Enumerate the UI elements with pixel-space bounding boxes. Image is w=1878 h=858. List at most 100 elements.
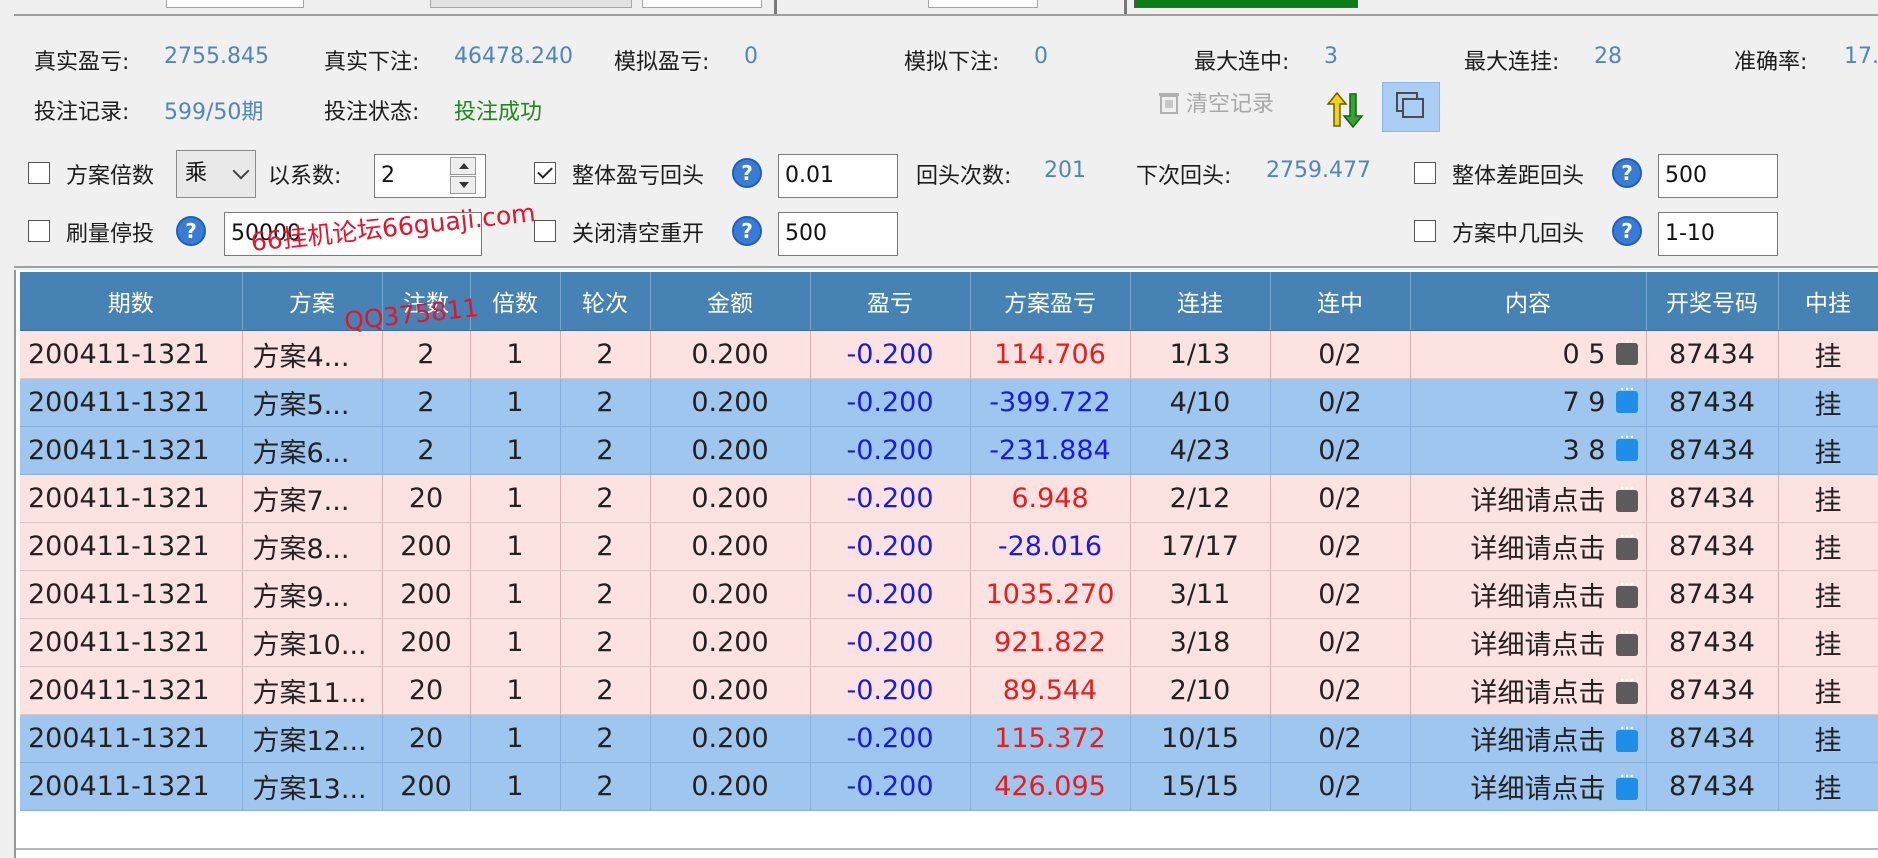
column-header[interactable]: 中挂	[1778, 272, 1878, 331]
amount-cell: 0.200	[650, 474, 811, 523]
plan-profit-cell: -231.884	[970, 426, 1131, 475]
round-cell: 2	[560, 570, 651, 619]
help-icon[interactable]: ?	[732, 158, 762, 188]
column-header[interactable]: 开奖号码	[1646, 272, 1779, 331]
content-cell: 详细请点击	[1410, 714, 1647, 763]
top-input-2[interactable]	[642, 0, 762, 8]
amount-cell: 0.200	[650, 666, 811, 715]
column-header[interactable]: 轮次	[560, 272, 651, 331]
more-details-icon[interactable]	[1615, 574, 1638, 608]
table-row[interactable]: 200411-1321 方案8... 200 1 2 0.200 -0.200 -28.016…	[20, 522, 1878, 571]
more-details-icon[interactable]	[1615, 766, 1638, 800]
stepper-down-icon[interactable]	[450, 176, 476, 194]
bet-count-cell: 20	[382, 474, 471, 523]
table-row[interactable]: 200411-1321 方案9... 200 1 2 0.200 -0.200 1035.27…	[20, 570, 1878, 619]
more-details-icon[interactable]	[1615, 427, 1638, 461]
table-row[interactable]: 200411-1321 方案5... 2 1 2 0.200 -0.200 -399.722 4…	[20, 378, 1878, 427]
draw-number-cell: 87434	[1646, 522, 1779, 571]
multiplier-cell: 1	[470, 714, 561, 763]
content-cell: 详细请点击	[1410, 762, 1647, 811]
table-row[interactable]: 200411-1321 方案6... 2 1 2 0.200 -0.200 -231.884 4…	[20, 426, 1878, 475]
more-details-icon[interactable]	[1615, 478, 1638, 512]
column-header[interactable]: 期数	[20, 272, 243, 331]
more-details-icon[interactable]	[1615, 670, 1638, 704]
content-cell: 详细请点击	[1410, 474, 1647, 523]
period-cell: 200411-1321	[20, 570, 243, 619]
table-row[interactable]: 200411-1321 方案10... 200 1 2 0.200 -0.200 921.82…	[20, 618, 1878, 667]
content-cell: 0 5	[1410, 330, 1647, 379]
more-details-icon[interactable]	[1615, 622, 1638, 656]
volume-stop-checkbox[interactable]	[28, 220, 50, 242]
bet-count-cell: 200	[382, 570, 471, 619]
loss-streak-cell: 1/13	[1130, 330, 1271, 379]
column-header[interactable]: 连挂	[1130, 272, 1271, 331]
top-input-1[interactable]	[166, 0, 304, 8]
bet-count-cell: 20	[382, 666, 471, 715]
win-streak-cell: 0/2	[1270, 426, 1411, 475]
draw-number-cell: 87434	[1646, 378, 1779, 427]
max-loss-streak-label: 最大连挂:	[1464, 50, 1560, 75]
plan-cell: 方案8...	[242, 522, 383, 571]
column-header[interactable]: 连中	[1270, 272, 1411, 331]
more-details-icon[interactable]	[1615, 331, 1638, 365]
loss-streak-cell: 4/10	[1130, 378, 1271, 427]
round-cell: 2	[560, 330, 651, 379]
grid-bottom-border	[16, 848, 1878, 850]
close-clear-restart-input[interactable]: 500	[778, 212, 898, 256]
overall-gap-reset-checkbox[interactable]	[1414, 162, 1436, 184]
overall-pl-reset-checkbox[interactable]	[534, 162, 556, 184]
top-button-1[interactable]	[430, 0, 632, 8]
top-input-3[interactable]	[928, 0, 1038, 8]
sort-arrows-icon[interactable]	[1324, 90, 1364, 130]
column-header[interactable]: 倍数	[470, 272, 561, 331]
round-cell: 2	[560, 378, 651, 427]
progress-bar	[1134, 0, 1358, 8]
table-row[interactable]: 200411-1321 方案11... 20 1 2 0.200 -0.200 89.544 2…	[20, 666, 1878, 715]
help-icon[interactable]: ?	[1612, 158, 1642, 188]
column-header[interactable]: 内容	[1410, 272, 1647, 331]
plan-multiplier-checkbox[interactable]	[28, 162, 50, 184]
real-profit-value: 2755.845	[164, 44, 269, 69]
profit-cell: -0.200	[810, 522, 971, 571]
close-clear-restart-checkbox[interactable]	[534, 220, 556, 242]
plan-hit-reset-checkbox[interactable]	[1414, 220, 1436, 242]
operation-select[interactable]: 乘	[176, 150, 256, 198]
table-row[interactable]: 200411-1321 方案4... 2 1 2 0.200 -0.200 114.706 1/…	[20, 330, 1878, 379]
sim-bet-label: 模拟下注:	[904, 50, 1000, 75]
loss-streak-cell: 3/11	[1130, 570, 1271, 619]
plan-hit-reset-input[interactable]: 1-10	[1658, 212, 1778, 256]
profit-cell: -0.200	[810, 426, 971, 475]
clear-record-button[interactable]: 清空记录	[1158, 86, 1274, 118]
more-details-icon[interactable]	[1615, 526, 1638, 560]
column-header[interactable]: 方案盈亏	[970, 272, 1131, 331]
profit-cell: -0.200	[810, 666, 971, 715]
round-cell: 2	[560, 618, 651, 667]
sim-profit-value: 0	[744, 44, 758, 69]
table-row[interactable]: 200411-1321 方案13... 200 1 2 0.200 -0.200 426.09…	[20, 762, 1878, 811]
help-icon[interactable]: ?	[176, 216, 206, 246]
content-cell: 详细请点击	[1410, 522, 1647, 571]
bet-count-cell: 2	[382, 330, 471, 379]
help-icon[interactable]: ?	[1612, 216, 1642, 246]
more-details-icon[interactable]	[1615, 718, 1638, 752]
column-header[interactable]: 金额	[650, 272, 811, 331]
window-toggle-button[interactable]	[1382, 82, 1440, 132]
volume-stop-label: 刷量停投	[66, 222, 155, 247]
multiplier-cell: 1	[470, 474, 561, 523]
stepper-up-icon[interactable]	[450, 157, 476, 175]
table-row[interactable]: 200411-1321 方案12... 20 1 2 0.200 -0.200 115.372…	[20, 714, 1878, 763]
table-row[interactable]: 200411-1321 方案7... 20 1 2 0.200 -0.200 6.948 2/1…	[20, 474, 1878, 523]
coefficient-stepper[interactable]	[450, 157, 478, 195]
bet-status-value: 投注成功	[454, 100, 543, 125]
overall-gap-reset-input[interactable]: 500	[1658, 154, 1778, 198]
column-header[interactable]: 盈亏	[810, 272, 971, 331]
result-cell: 挂	[1778, 762, 1878, 811]
more-details-icon[interactable]	[1615, 379, 1638, 413]
loss-streak-cell: 2/12	[1130, 474, 1271, 523]
help-icon[interactable]: ?	[732, 216, 762, 246]
result-cell: 挂	[1778, 426, 1878, 475]
overall-pl-reset-input[interactable]: 0.01	[778, 154, 898, 198]
period-cell: 200411-1321	[20, 522, 243, 571]
amount-cell: 0.200	[650, 378, 811, 427]
plan-cell: 方案10...	[242, 618, 383, 667]
